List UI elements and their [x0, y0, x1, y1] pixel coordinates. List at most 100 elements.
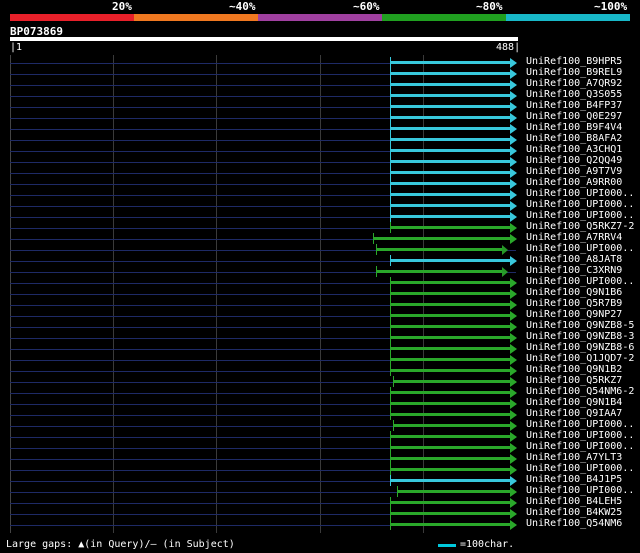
hit-alignment-bar[interactable]: [390, 193, 510, 196]
hit-alignment-bar[interactable]: [390, 325, 510, 328]
hit-label-link[interactable]: UniRef100_B4KW25: [526, 507, 622, 518]
hit-label-link[interactable]: UniRef100_Q5RKZ7: [526, 375, 622, 386]
hit-alignment-bar[interactable]: [390, 402, 510, 405]
gaps-legend: Large gaps: ▲(in Query)/– (in Subject): [6, 539, 235, 550]
hit-arrow-icon: [510, 113, 517, 123]
hit-alignment-bar[interactable]: [390, 160, 510, 163]
hit-label-link[interactable]: UniRef100_B4LEH5: [526, 496, 622, 507]
hit-label-link[interactable]: UniRef100_Q9NZB8-3: [526, 331, 634, 342]
hit-label-link[interactable]: UniRef100_A7RRV4: [526, 232, 622, 243]
hit-label-link[interactable]: UniRef100_UPI000..: [526, 419, 634, 430]
hit-label-link[interactable]: UniRef100_B9F4V4: [526, 122, 622, 133]
hit-arrow-icon: [510, 168, 517, 178]
hit-alignment-bar[interactable]: [390, 83, 510, 86]
hit-alignment-bar[interactable]: [396, 490, 510, 493]
hit-label-link[interactable]: UniRef100_Q0E297: [526, 111, 622, 122]
hit-alignment-bar[interactable]: [390, 391, 510, 394]
hit-alignment-bar[interactable]: [390, 116, 510, 119]
hit-alignment-bar[interactable]: [390, 512, 510, 515]
hit-label-link[interactable]: UniRef100_Q54NM6: [526, 518, 622, 529]
hit-alignment-bar[interactable]: [390, 303, 510, 306]
hit-label-link[interactable]: UniRef100_Q9NZB8-5: [526, 320, 634, 331]
hit-alignment-bar[interactable]: [375, 248, 502, 251]
hit-label-link[interactable]: UniRef100_UPI000..: [526, 210, 634, 221]
hit-alignment-bar[interactable]: [390, 468, 510, 471]
hit-label-link[interactable]: UniRef100_B9REL9: [526, 67, 622, 78]
hit-label-link[interactable]: UniRef100_Q9NP27: [526, 309, 622, 320]
hit-arrow-icon: [510, 355, 517, 365]
hit-label-link[interactable]: UniRef100_Q54NM6-2: [526, 386, 634, 397]
hit-alignment-bar[interactable]: [390, 259, 510, 262]
hit-alignment-bar[interactable]: [390, 479, 510, 482]
hit-label-link[interactable]: UniRef100_B9HPR5: [526, 56, 622, 67]
hit-alignment-bar[interactable]: [390, 138, 510, 141]
hit-label-link[interactable]: UniRef100_Q9NZB8-6: [526, 342, 634, 353]
hit-label-link[interactable]: UniRef100_UPI000..: [526, 243, 634, 254]
hit-label-link[interactable]: UniRef100_UPI000..: [526, 276, 634, 287]
hit-alignment-bar[interactable]: [390, 501, 510, 504]
hit-label-link[interactable]: UniRef100_Q9N1B6: [526, 287, 622, 298]
hit-arrow-icon: [510, 520, 517, 530]
hit-alignment-bar[interactable]: [390, 72, 510, 75]
hit-alignment-bar[interactable]: [372, 237, 510, 240]
hit-label-link[interactable]: UniRef100_Q9N1B2: [526, 364, 622, 375]
hit-alignment-bar[interactable]: [390, 182, 510, 185]
hit-row[interactable]: UniRef100_Q54NM6: [0, 518, 640, 531]
hit-alignment-bar[interactable]: [390, 347, 510, 350]
hit-alignment-bar[interactable]: [375, 270, 502, 273]
scale-segment: [258, 14, 382, 21]
hit-alignment-bar[interactable]: [390, 127, 510, 130]
hit-label-link[interactable]: UniRef100_B8AFA2: [526, 133, 622, 144]
hit-label-link[interactable]: UniRef100_UPI000..: [526, 199, 634, 210]
hit-label-link[interactable]: UniRef100_A7YLT3: [526, 452, 622, 463]
hit-alignment-bar[interactable]: [390, 358, 510, 361]
scale-label-60: ~60%: [353, 0, 380, 13]
hit-label-link[interactable]: UniRef100_A9RR00: [526, 177, 622, 188]
hit-alignment-bar[interactable]: [390, 226, 510, 229]
hit-alignment-bar[interactable]: [390, 149, 510, 152]
hit-alignment-bar[interactable]: [390, 171, 510, 174]
scale-label-80: ~80%: [476, 0, 503, 13]
hit-alignment-bar[interactable]: [393, 380, 510, 383]
hit-arrow-icon: [510, 311, 517, 321]
hit-alignment-bar[interactable]: [390, 446, 510, 449]
hit-label-link[interactable]: UniRef100_Q9IAA7: [526, 408, 622, 419]
hit-alignment-bar[interactable]: [390, 523, 510, 526]
hit-label-link[interactable]: UniRef100_B4FP37: [526, 100, 622, 111]
hit-label-link[interactable]: UniRef100_A7QR92: [526, 78, 622, 89]
hit-alignment-bar[interactable]: [390, 457, 510, 460]
hit-arrow-icon: [510, 80, 517, 90]
hit-label-link[interactable]: UniRef100_UPI000..: [526, 430, 634, 441]
hit-label-link[interactable]: UniRef100_UPI000..: [526, 485, 634, 496]
hit-label-link[interactable]: UniRef100_Q3S055: [526, 89, 622, 100]
hit-alignment-bar[interactable]: [390, 314, 510, 317]
hit-alignment-bar[interactable]: [390, 215, 510, 218]
hit-label-link[interactable]: UniRef100_UPI000..: [526, 188, 634, 199]
hit-alignment-bar[interactable]: [390, 292, 510, 295]
hit-label-link[interactable]: UniRef100_Q9N1B4: [526, 397, 622, 408]
hit-alignment-bar[interactable]: [390, 94, 510, 97]
hit-alignment-bar[interactable]: [390, 435, 510, 438]
hit-label-link[interactable]: UniRef100_UPI000..: [526, 463, 634, 474]
hit-label-link[interactable]: UniRef100_Q2QQ49: [526, 155, 622, 166]
hit-alignment-bar[interactable]: [390, 281, 510, 284]
hit-label-link[interactable]: UniRef100_Q1JQD7-2: [526, 353, 634, 364]
hit-arrow-icon: [510, 212, 517, 222]
hit-label-link[interactable]: UniRef100_C3XRN9: [526, 265, 622, 276]
hit-label-link[interactable]: UniRef100_A8JAT8: [526, 254, 622, 265]
hit-alignment-bar[interactable]: [390, 204, 510, 207]
hit-label-link[interactable]: UniRef100_UPI000..: [526, 441, 634, 452]
hit-alignment-bar[interactable]: [390, 336, 510, 339]
hit-alignment-bar[interactable]: [390, 61, 510, 64]
hit-arrow-icon: [510, 322, 517, 332]
hit-alignment-bar[interactable]: [393, 424, 510, 427]
hit-label-link[interactable]: UniRef100_Q5R7B9: [526, 298, 622, 309]
hit-label-link[interactable]: UniRef100_A9T7V9: [526, 166, 622, 177]
hit-label-link[interactable]: UniRef100_A3CHQ1: [526, 144, 622, 155]
hit-label-link[interactable]: UniRef100_B4J1P5: [526, 474, 622, 485]
hit-label-link[interactable]: UniRef100_Q5RKZ7-2: [526, 221, 634, 232]
hit-alignment-bar[interactable]: [390, 413, 510, 416]
hit-alignment-bar[interactable]: [390, 369, 510, 372]
scale-segment: [382, 14, 506, 21]
hit-alignment-bar[interactable]: [390, 105, 510, 108]
